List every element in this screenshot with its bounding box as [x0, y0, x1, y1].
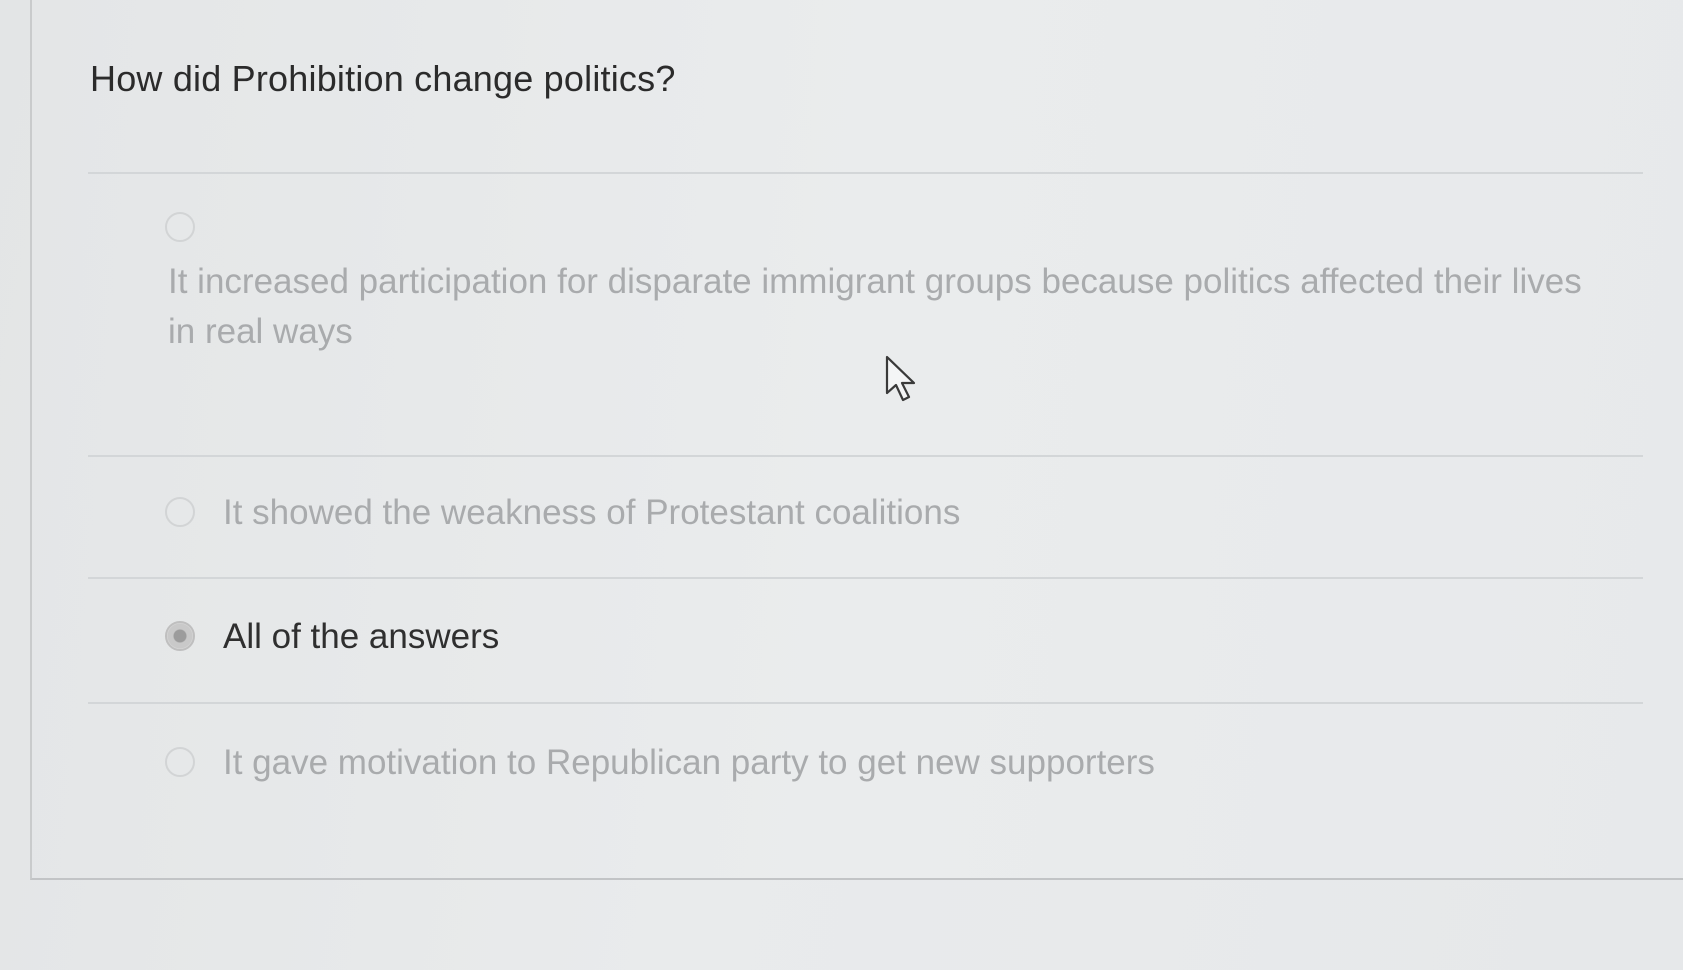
divider [88, 455, 1643, 457]
option-3-label: All of the answers [223, 617, 500, 656]
divider [88, 172, 1643, 174]
divider [88, 702, 1643, 704]
option-1-label: It increased participation for disparate… [168, 262, 1582, 351]
divider [88, 577, 1643, 579]
radio-button-selected-icon[interactable] [165, 621, 195, 651]
option-4-label: It gave motivation to Republican party t… [223, 743, 1155, 782]
radio-button-icon[interactable] [165, 747, 195, 777]
radio-button-icon[interactable] [165, 497, 195, 527]
radio-button-icon[interactable] [165, 212, 195, 242]
question-title: How did Prohibition change politics? [90, 58, 676, 99]
option-2-label: It showed the weakness of Protestant coa… [223, 493, 961, 532]
mouse-pointer-icon [885, 355, 916, 402]
